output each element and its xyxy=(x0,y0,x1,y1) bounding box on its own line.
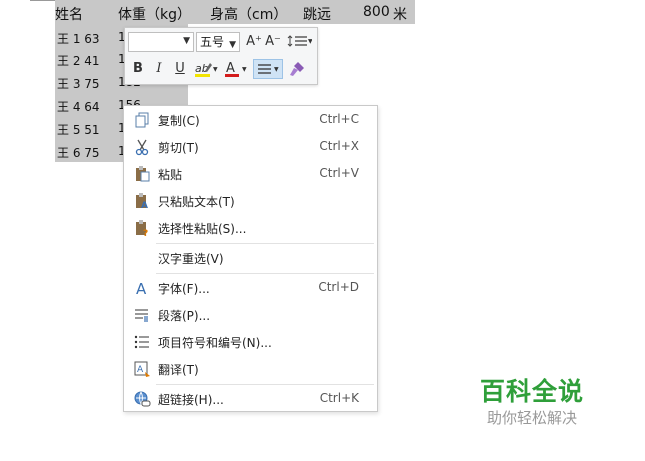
menu-item-paste[interactable]: 粘贴 Ctrl+V xyxy=(124,162,377,186)
font-name-select[interactable]: ▼ xyxy=(128,32,194,52)
menu-item-hyperlink[interactable]: 超链接(H)... Ctrl+K xyxy=(124,387,377,411)
menu-item-font[interactable]: A 字体(F)... Ctrl+D xyxy=(124,276,377,300)
menu-item-paragraph[interactable]: 段落(P)... xyxy=(124,303,377,327)
grow-font-button[interactable]: A⁺ xyxy=(245,32,263,52)
font-color-button[interactable]: A ▼ xyxy=(223,59,249,79)
italic-button[interactable]: I xyxy=(150,59,168,79)
menu-item-label: 超链接(H)... xyxy=(158,393,224,407)
svg-text:A: A xyxy=(137,365,144,375)
translate-icon: A xyxy=(134,361,150,377)
menu-item-paste-special[interactable]: ? 选择性粘贴(S)... xyxy=(124,216,377,240)
header-jump: 跳远 xyxy=(303,7,331,23)
menu-separator xyxy=(156,384,374,385)
highlighter-icon: ab ▼ xyxy=(195,62,218,77)
align-button[interactable]: ▼ xyxy=(253,59,283,79)
align-justify-icon: ▼ xyxy=(258,64,279,74)
menu-item-label: 只粘贴文本(T) xyxy=(158,195,235,209)
table-row[interactable]: 王 1 63 xyxy=(57,30,100,47)
bold-button[interactable]: B xyxy=(129,59,147,79)
menu-item-label: 汉字重选(V) xyxy=(158,252,224,266)
header-run-value: 800 xyxy=(363,4,390,20)
line-spacing-icon: ▼ xyxy=(287,35,313,47)
svg-text:A: A xyxy=(136,280,147,297)
menu-item-label: 字体(F)... xyxy=(158,282,210,296)
font-icon: A xyxy=(136,280,147,297)
paste-special-icon: ? xyxy=(136,220,148,237)
menu-item-label: 剪切(T) xyxy=(158,141,199,155)
menu-item-shortcut: Ctrl+V xyxy=(319,166,359,180)
menu-item-label: 项目符号和编号(N)... xyxy=(158,336,272,350)
menu-separator xyxy=(156,243,374,244)
font-color-icon: A ▼ xyxy=(225,61,247,77)
font-size-select[interactable]: 五号 ▼ xyxy=(196,32,240,52)
menu-item-label: 段落(P)... xyxy=(158,309,211,323)
table-row[interactable]: 王 3 75 xyxy=(57,75,100,92)
page-corner-mark xyxy=(30,0,56,1)
scissors-icon xyxy=(135,139,149,156)
menu-separator xyxy=(156,273,374,274)
svg-text:▼: ▼ xyxy=(308,38,312,45)
header-run-unit: 米 xyxy=(393,7,407,23)
header-weight: 体重（kg） xyxy=(118,7,191,23)
chevron-down-icon: ▼ xyxy=(183,36,190,46)
table-row[interactable]: 王 2 41 xyxy=(57,52,100,69)
menu-item-label: 选择性粘贴(S)... xyxy=(158,222,247,236)
menu-item-label: 复制(C) xyxy=(158,114,200,128)
paste-text-icon: A xyxy=(136,193,148,210)
svg-text:?: ? xyxy=(143,229,148,237)
highlight-button[interactable]: ab ▼ xyxy=(193,59,221,79)
paste-icon xyxy=(136,166,150,182)
menu-item-hanzi-reselect[interactable]: 汉字重选(V) xyxy=(124,246,377,270)
header-name: 姓名 xyxy=(55,7,83,23)
table-row[interactable]: 王 5 51 xyxy=(57,121,100,138)
bullet-list-icon xyxy=(134,335,149,349)
svg-text:▼: ▼ xyxy=(274,66,279,73)
format-painter-icon xyxy=(290,62,304,76)
hyperlink-icon xyxy=(134,391,151,407)
font-size-value: 五号 xyxy=(200,35,225,49)
svg-text:A: A xyxy=(226,61,235,76)
menu-item-shortcut: Ctrl+C xyxy=(319,112,359,126)
menu-item-shortcut: Ctrl+D xyxy=(318,280,359,294)
mini-format-toolbar: ▼ 五号 ▼ A⁺ A⁻ ▼ B I U ab ▼ A ▼ ▼ xyxy=(124,27,318,85)
svg-text:▼: ▼ xyxy=(213,66,218,73)
table-header-row[interactable]: 姓名 体重（kg） 身高（cm） 跳远 800 米 xyxy=(55,0,415,24)
menu-item-label: 翻译(T) xyxy=(158,363,199,377)
line-spacing-button[interactable]: ▼ xyxy=(286,32,313,52)
menu-item-label: 粘贴 xyxy=(158,168,183,182)
watermark-title: 百科全说 xyxy=(480,377,585,406)
menu-item-copy[interactable]: 复制(C) Ctrl+C xyxy=(124,108,377,132)
header-height: 身高（cm） xyxy=(210,7,288,23)
svg-text:A: A xyxy=(141,201,148,210)
table-row[interactable]: 王 6 75 xyxy=(57,144,100,161)
watermark-subtitle: 助你轻松解决 xyxy=(487,409,578,427)
paragraph-icon xyxy=(135,309,148,322)
svg-text:▼: ▼ xyxy=(242,66,247,73)
context-menu: 复制(C) Ctrl+C 剪切(T) Ctrl+X 粘贴 Ctrl+V A 只粘… xyxy=(123,105,378,412)
menu-item-shortcut: Ctrl+X xyxy=(319,139,359,153)
copy-icon xyxy=(135,112,149,128)
menu-item-paste-text[interactable]: A 只粘贴文本(T) xyxy=(124,189,377,213)
underline-button[interactable]: U xyxy=(171,59,189,79)
menu-item-shortcut: Ctrl+K xyxy=(319,391,359,405)
chevron-down-icon: ▼ xyxy=(229,40,236,50)
menu-item-bullets-numbering[interactable]: 项目符号和编号(N)... xyxy=(124,330,377,354)
menu-item-cut[interactable]: 剪切(T) Ctrl+X xyxy=(124,135,377,159)
table-row[interactable]: 王 4 64 xyxy=(57,98,100,115)
menu-item-translate[interactable]: A 翻译(T) xyxy=(124,357,377,381)
shrink-font-button[interactable]: A⁻ xyxy=(264,32,282,52)
format-painter-button[interactable] xyxy=(287,59,309,79)
